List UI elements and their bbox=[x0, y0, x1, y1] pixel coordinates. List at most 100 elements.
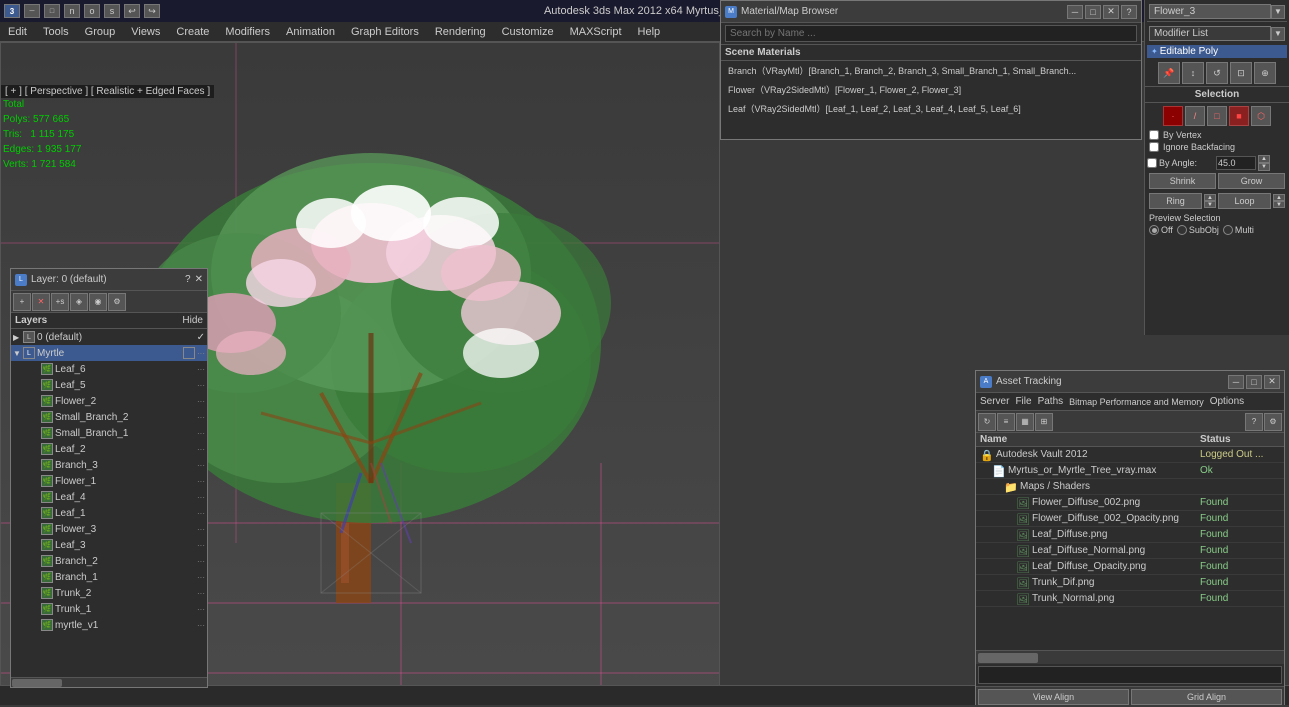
asset-item-maps-folder[interactable]: 📁 Maps / Shaders bbox=[976, 479, 1284, 495]
loop-up[interactable]: ▲ bbox=[1273, 194, 1285, 201]
restore-icon[interactable]: □ bbox=[44, 4, 60, 18]
preview-off-radio[interactable] bbox=[1149, 225, 1159, 235]
layer-item-smallbranch1[interactable]: 🌿 Small_Branch_1 ··· bbox=[11, 425, 207, 441]
layers-delete-btn[interactable]: ✕ bbox=[32, 293, 50, 311]
by-angle-down[interactable]: ▼ bbox=[1258, 163, 1270, 171]
asset-menu-server[interactable]: Server bbox=[980, 396, 1009, 407]
menu-create[interactable]: Create bbox=[172, 26, 213, 38]
layer-item-flower2[interactable]: 🌿 Flower_2 ··· bbox=[11, 393, 207, 409]
ring-button[interactable]: Ring bbox=[1149, 193, 1202, 209]
layer-item-leaf1[interactable]: 🌿 Leaf_1 ··· bbox=[11, 505, 207, 521]
layer-box-myrtle[interactable] bbox=[183, 347, 195, 359]
menu-views[interactable]: Views bbox=[127, 26, 164, 38]
sel-polygon-icon[interactable]: ■ bbox=[1229, 106, 1249, 126]
asset-hscrollbar-thumb[interactable] bbox=[978, 653, 1038, 663]
pin-icon[interactable]: 📌 bbox=[1158, 62, 1180, 84]
ring-down[interactable]: ▼ bbox=[1204, 201, 1216, 208]
layers-hscrollbar[interactable] bbox=[11, 677, 207, 687]
asset-menu-paths[interactable]: Paths bbox=[1038, 396, 1064, 407]
shrink-button[interactable]: Shrink bbox=[1149, 173, 1216, 189]
layers-highlight-btn[interactable]: ◉ bbox=[89, 293, 107, 311]
menu-rendering[interactable]: Rendering bbox=[431, 26, 490, 38]
ring-up[interactable]: ▲ bbox=[1204, 194, 1216, 201]
asset-maximize-btn[interactable]: □ bbox=[1246, 375, 1262, 389]
view-align-button[interactable]: View Align bbox=[978, 689, 1129, 705]
asset-menu-bitmap[interactable]: Bitmap Performance and Memory bbox=[1069, 397, 1204, 407]
undo-icon[interactable]: ↩ bbox=[124, 4, 140, 18]
preview-subobj-radio[interactable] bbox=[1177, 225, 1187, 235]
asset-item-leaf-diff[interactable]: 🖼 Leaf_Diffuse.png Found bbox=[976, 527, 1284, 543]
layer-item-flower3[interactable]: 🌿 Flower_3 ··· bbox=[11, 521, 207, 537]
by-angle-checkbox[interactable] bbox=[1147, 158, 1157, 168]
layer-item-leaf5[interactable]: 🌿 Leaf_5 ··· bbox=[11, 377, 207, 393]
menu-tools[interactable]: Tools bbox=[39, 26, 73, 38]
layer-item-flower1[interactable]: 🌿 Flower_1 ··· bbox=[11, 473, 207, 489]
modifier-list-arrow[interactable]: ▼ bbox=[1271, 27, 1285, 41]
redo-icon[interactable]: ↪ bbox=[144, 4, 160, 18]
asset-item-trunk-dif[interactable]: 🖼 Trunk_Dif.png Found bbox=[976, 575, 1284, 591]
sel-edge-icon[interactable]: / bbox=[1185, 106, 1205, 126]
layers-add-selected-btn[interactable]: +s bbox=[51, 293, 69, 311]
asset-item-trunk-normal[interactable]: 🖼 Trunk_Normal.png Found bbox=[976, 591, 1284, 607]
mat-item-branch[interactable]: Branch（VRayMtl）[Branch_1, Branch_2, Bran… bbox=[721, 61, 1141, 80]
asset-minimize-btn[interactable]: ─ bbox=[1228, 375, 1244, 389]
select-icon[interactable]: ⊕ bbox=[1254, 62, 1276, 84]
layer-item-leaf4[interactable]: 🌿 Leaf_4 ··· bbox=[11, 489, 207, 505]
asset-menu-options[interactable]: Options bbox=[1210, 396, 1244, 407]
mat-item-leaf[interactable]: Leaf（VRay2SidedMtl）[Leaf_1, Leaf_2, Leaf… bbox=[721, 99, 1141, 118]
menu-modifiers[interactable]: Modifiers bbox=[221, 26, 274, 38]
preview-multi-radio[interactable] bbox=[1223, 225, 1233, 235]
minimize-icon[interactable]: ─ bbox=[24, 4, 40, 18]
layer-item-myrtle[interactable]: ▼ L Myrtle ··· bbox=[11, 345, 207, 361]
asset-item-leaf-opacity[interactable]: 🖼 Leaf_Diffuse_Opacity.png Found bbox=[976, 559, 1284, 575]
layer-item-branch2[interactable]: 🌿 Branch_2 ··· bbox=[11, 553, 207, 569]
loop-down[interactable]: ▼ bbox=[1273, 201, 1285, 208]
mat-maximize-btn[interactable]: □ bbox=[1085, 5, 1101, 19]
layer-item-leaf2[interactable]: 🌿 Leaf_2 ··· bbox=[11, 441, 207, 457]
asset-item-vault[interactable]: 🔒 Autodesk Vault 2012 Logged Out ... bbox=[976, 447, 1284, 463]
ignore-backfacing-checkbox[interactable] bbox=[1149, 142, 1159, 152]
modifier-object-dropdown[interactable]: Flower_3 bbox=[1149, 4, 1271, 19]
mat-search-input[interactable] bbox=[725, 25, 1137, 42]
save-icon[interactable]: s bbox=[104, 4, 120, 18]
asset-item-flower-diff[interactable]: 🖼 Flower_Diffuse_002.png Found bbox=[976, 495, 1284, 511]
asset-help-btn[interactable]: ? bbox=[1245, 413, 1263, 431]
layer-item-smallbranch2[interactable]: 🌿 Small_Branch_2 ··· bbox=[11, 409, 207, 425]
asset-details-btn[interactable]: ▦ bbox=[1016, 413, 1034, 431]
layers-close-btn[interactable]: ✕ bbox=[195, 274, 203, 285]
sel-element-icon[interactable]: ⬡ bbox=[1251, 106, 1271, 126]
mat-minimize-btn[interactable]: ─ bbox=[1067, 5, 1083, 19]
asset-close-btn[interactable]: ✕ bbox=[1264, 375, 1280, 389]
rotate-icon[interactable]: ↺ bbox=[1206, 62, 1228, 84]
menu-group[interactable]: Group bbox=[81, 26, 120, 38]
mat-item-flower[interactable]: Flower（VRay2SidedMtl）[Flower_1, Flower_2… bbox=[721, 80, 1141, 99]
loop-button[interactable]: Loop bbox=[1218, 193, 1271, 209]
layer-item-leaf3[interactable]: 🌿 Leaf_3 ··· bbox=[11, 537, 207, 553]
asset-list-btn[interactable]: ≡ bbox=[997, 413, 1015, 431]
layer-item-branch3[interactable]: 🌿 Branch_3 ··· bbox=[11, 457, 207, 473]
layer-item-myrtle-v1[interactable]: 🌿 myrtle_v1 ··· bbox=[11, 617, 207, 633]
layers-hscrollbar-thumb[interactable] bbox=[12, 679, 62, 687]
menu-customize[interactable]: Customize bbox=[498, 26, 558, 38]
by-angle-up[interactable]: ▲ bbox=[1258, 155, 1270, 163]
open-icon[interactable]: o bbox=[84, 4, 100, 18]
asset-settings-btn[interactable]: ⚙ bbox=[1264, 413, 1282, 431]
by-angle-input[interactable] bbox=[1216, 156, 1256, 170]
menu-graph-editors[interactable]: Graph Editors bbox=[347, 26, 423, 38]
layer-item-trunk1[interactable]: 🌿 Trunk_1 ··· bbox=[11, 601, 207, 617]
modifier-dropdown-arrow[interactable]: ▼ bbox=[1271, 5, 1285, 19]
layer-item-leaf6[interactable]: 🌿 Leaf_6 ··· bbox=[11, 361, 207, 377]
modifier-list-dropdown[interactable]: Modifier List bbox=[1149, 26, 1271, 41]
editable-poly-item[interactable]: ✦ Editable Poly bbox=[1147, 45, 1287, 58]
menu-edit[interactable]: Edit bbox=[4, 26, 31, 38]
asset-hscrollbar[interactable] bbox=[976, 650, 1284, 664]
by-vertex-checkbox[interactable] bbox=[1149, 130, 1159, 140]
move-icon[interactable]: ↕ bbox=[1182, 62, 1204, 84]
sel-border-icon[interactable]: □ bbox=[1207, 106, 1227, 126]
sel-vertex-icon[interactable]: · bbox=[1163, 106, 1183, 126]
asset-item-flower-opacity[interactable]: 🖼 Flower_Diffuse_002_Opacity.png Found bbox=[976, 511, 1284, 527]
layers-add-btn[interactable]: + bbox=[13, 293, 31, 311]
menu-help[interactable]: Help bbox=[634, 26, 665, 38]
new-icon[interactable]: n bbox=[64, 4, 80, 18]
layer-item-branch1[interactable]: 🌿 Branch_1 ··· bbox=[11, 569, 207, 585]
